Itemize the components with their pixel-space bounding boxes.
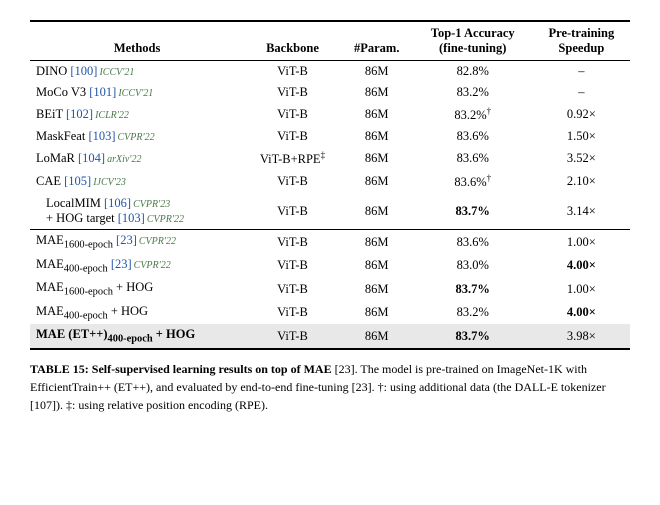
- col-header-backbone: Backbone: [244, 21, 341, 61]
- table-row: LoMaR [104]arXiv'22 ViT-B+RPE‡ 86M 83.6%…: [30, 147, 630, 170]
- backbone-cell: ViT-B: [244, 324, 341, 349]
- method-cell: MAE400-epoch [23]CVPR'22: [30, 254, 244, 278]
- table-row: MaskFeat [103]CVPR'22 ViT-B 86M 83.6% 1.…: [30, 126, 630, 147]
- method-cell: BEiT [102]ICLR'22: [30, 103, 244, 126]
- speedup-cell: 4.00×: [533, 301, 630, 325]
- backbone-cell: ViT-B+RPE‡: [244, 147, 341, 170]
- accuracy-cell: 83.2%: [413, 301, 533, 325]
- params-cell: 86M: [341, 82, 413, 103]
- accuracy-cell: 83.7%: [413, 324, 533, 349]
- table-row: MAE1600-epoch + HOG ViT-B 86M 83.7% 1.00…: [30, 277, 630, 301]
- method-cell: MAE (ET++)400-epoch + HOG: [30, 324, 244, 349]
- col-header-params: #Param.: [341, 21, 413, 61]
- accuracy-cell: 83.0%: [413, 254, 533, 278]
- results-table: Methods Backbone #Param. Top-1 Accuracy(…: [30, 20, 630, 350]
- accuracy-cell: 83.6%: [413, 147, 533, 170]
- table-row: CAE [105]IJCV'23 ViT-B 86M 83.6%† 2.10×: [30, 170, 630, 193]
- accuracy-cell: 83.7%: [413, 277, 533, 301]
- accuracy-cell: 83.6%: [413, 126, 533, 147]
- table-row-highlight: MAE (ET++)400-epoch + HOG ViT-B 86M 83.7…: [30, 324, 630, 349]
- col-header-methods: Methods: [30, 21, 244, 61]
- table-row: BEiT [102]ICLR'22 ViT-B 86M 83.2%† 0.92×: [30, 103, 630, 126]
- accuracy-cell: 82.8%: [413, 61, 533, 83]
- accuracy-cell: 83.6%: [413, 230, 533, 254]
- backbone-cell: ViT-B: [244, 61, 341, 83]
- speedup-cell: 1.00×: [533, 230, 630, 254]
- params-cell: 86M: [341, 193, 413, 230]
- table-container: Methods Backbone #Param. Top-1 Accuracy(…: [30, 20, 630, 414]
- params-cell: 86M: [341, 103, 413, 126]
- backbone-cell: ViT-B: [244, 170, 341, 193]
- accuracy-cell: 83.6%†: [413, 170, 533, 193]
- table-caption: TABLE 15: Self-supervised learning resul…: [30, 360, 630, 414]
- speedup-cell: –: [533, 82, 630, 103]
- caption-ref: [23]: [335, 362, 355, 376]
- method-cell: MaskFeat [103]CVPR'22: [30, 126, 244, 147]
- method-cell: DINO [100]ICCV'21: [30, 61, 244, 83]
- table-row: MAE1600-epoch [23]CVPR'22 ViT-B 86M 83.6…: [30, 230, 630, 254]
- backbone-cell: ViT-B: [244, 277, 341, 301]
- backbone-cell: ViT-B: [244, 301, 341, 325]
- accuracy-cell: 83.7%: [413, 193, 533, 230]
- params-cell: 86M: [341, 126, 413, 147]
- col-header-speedup: Pre-trainingSpeedup: [533, 21, 630, 61]
- speedup-cell: –: [533, 61, 630, 83]
- method-cell: MAE1600-epoch [23]CVPR'22: [30, 230, 244, 254]
- backbone-cell: ViT-B: [244, 82, 341, 103]
- col-header-accuracy: Top-1 Accuracy(fine-tuning): [413, 21, 533, 61]
- speedup-cell: 0.92×: [533, 103, 630, 126]
- speedup-cell: 4.00×: [533, 254, 630, 278]
- speedup-cell: 1.00×: [533, 277, 630, 301]
- backbone-cell: ViT-B: [244, 254, 341, 278]
- speedup-cell: 2.10×: [533, 170, 630, 193]
- method-cell: CAE [105]IJCV'23: [30, 170, 244, 193]
- method-cell: MAE1600-epoch + HOG: [30, 277, 244, 301]
- speedup-cell: 3.14×: [533, 193, 630, 230]
- table-header-row: Methods Backbone #Param. Top-1 Accuracy(…: [30, 21, 630, 61]
- speedup-cell: 1.50×: [533, 126, 630, 147]
- caption-bold-text: Self-supervised learning results on top …: [92, 362, 332, 376]
- table-row: MoCo V3 [101]ICCV'21 ViT-B 86M 83.2% –: [30, 82, 630, 103]
- caption-table-num: TABLE 15:: [30, 362, 92, 376]
- method-cell: LoMaR [104]arXiv'22: [30, 147, 244, 170]
- accuracy-cell: 83.2%†: [413, 103, 533, 126]
- table-row: DINO [100]ICCV'21 ViT-B 86M 82.8% –: [30, 61, 630, 83]
- params-cell: 86M: [341, 324, 413, 349]
- method-cell: LocalMIM [106]CVPR'23 + HOG target [103]…: [30, 193, 244, 230]
- params-cell: 86M: [341, 170, 413, 193]
- params-cell: 86M: [341, 61, 413, 83]
- method-cell: MoCo V3 [101]ICCV'21: [30, 82, 244, 103]
- backbone-cell: ViT-B: [244, 126, 341, 147]
- backbone-cell: ViT-B: [244, 230, 341, 254]
- backbone-cell: ViT-B: [244, 103, 341, 126]
- params-cell: 86M: [341, 254, 413, 278]
- params-cell: 86M: [341, 301, 413, 325]
- backbone-cell: ViT-B: [244, 193, 341, 230]
- params-cell: 86M: [341, 277, 413, 301]
- table-row: MAE400-epoch [23]CVPR'22 ViT-B 86M 83.0%…: [30, 254, 630, 278]
- table-row: LocalMIM [106]CVPR'23 + HOG target [103]…: [30, 193, 630, 230]
- table-row: MAE400-epoch + HOG ViT-B 86M 83.2% 4.00×: [30, 301, 630, 325]
- method-cell: MAE400-epoch + HOG: [30, 301, 244, 325]
- speedup-cell: 3.52×: [533, 147, 630, 170]
- speedup-cell: 3.98×: [533, 324, 630, 349]
- accuracy-cell: 83.2%: [413, 82, 533, 103]
- params-cell: 86M: [341, 230, 413, 254]
- params-cell: 86M: [341, 147, 413, 170]
